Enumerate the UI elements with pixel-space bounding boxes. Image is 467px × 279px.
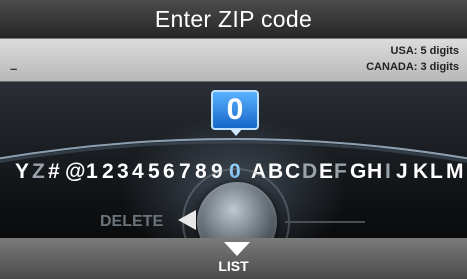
selected-char-box: 0 [211,90,259,130]
hint-canada: CANADA: 3 digits [366,61,459,73]
digit-hints: USA: 5 digits CANADA: 3 digits [366,43,459,75]
delete-arrow-icon[interactable] [178,210,196,230]
char-option[interactable]: C [285,160,300,184]
char-option[interactable]: Z [32,160,45,184]
char-option[interactable]: E [319,160,333,184]
list-arrow-icon[interactable] [224,242,250,256]
char-option[interactable]: Y [15,160,29,184]
char-option[interactable]: J [396,160,408,184]
title-bar: Enter ZIP code [0,0,467,39]
char-option[interactable]: 4 [132,160,144,184]
hint-usa: USA: 5 digits [390,45,459,57]
char-option[interactable]: G [350,160,366,184]
char-option[interactable]: @ [65,160,85,184]
list-button[interactable]: LIST [0,258,467,274]
char-option[interactable]: I [385,160,391,184]
page-title: Enter ZIP code [154,5,313,32]
char-option[interactable]: 5 [148,160,160,184]
delete-label[interactable]: DELETE [100,213,163,231]
char-option[interactable]: F [334,160,347,184]
selected-char: 0 [226,93,244,126]
char-option[interactable]: H [367,160,382,184]
char-option[interactable]: 3 [117,160,129,184]
char-option[interactable]: D [302,160,317,184]
knob-guide-line [285,221,365,223]
entry-cursor: – [10,61,18,76]
char-option[interactable]: K [413,160,428,184]
zip-entry-panel: – USA: 5 digits CANADA: 3 digits [0,39,467,82]
char-option[interactable]: # [48,160,60,184]
char-option[interactable]: M [446,160,464,184]
char-option[interactable]: 1 [86,160,98,184]
char-option[interactable]: 6 [163,160,175,184]
char-option[interactable]: 7 [179,160,191,184]
char-option[interactable]: 2 [102,160,114,184]
selection-pointer-icon [230,129,242,136]
char-option[interactable]: L [430,160,443,184]
